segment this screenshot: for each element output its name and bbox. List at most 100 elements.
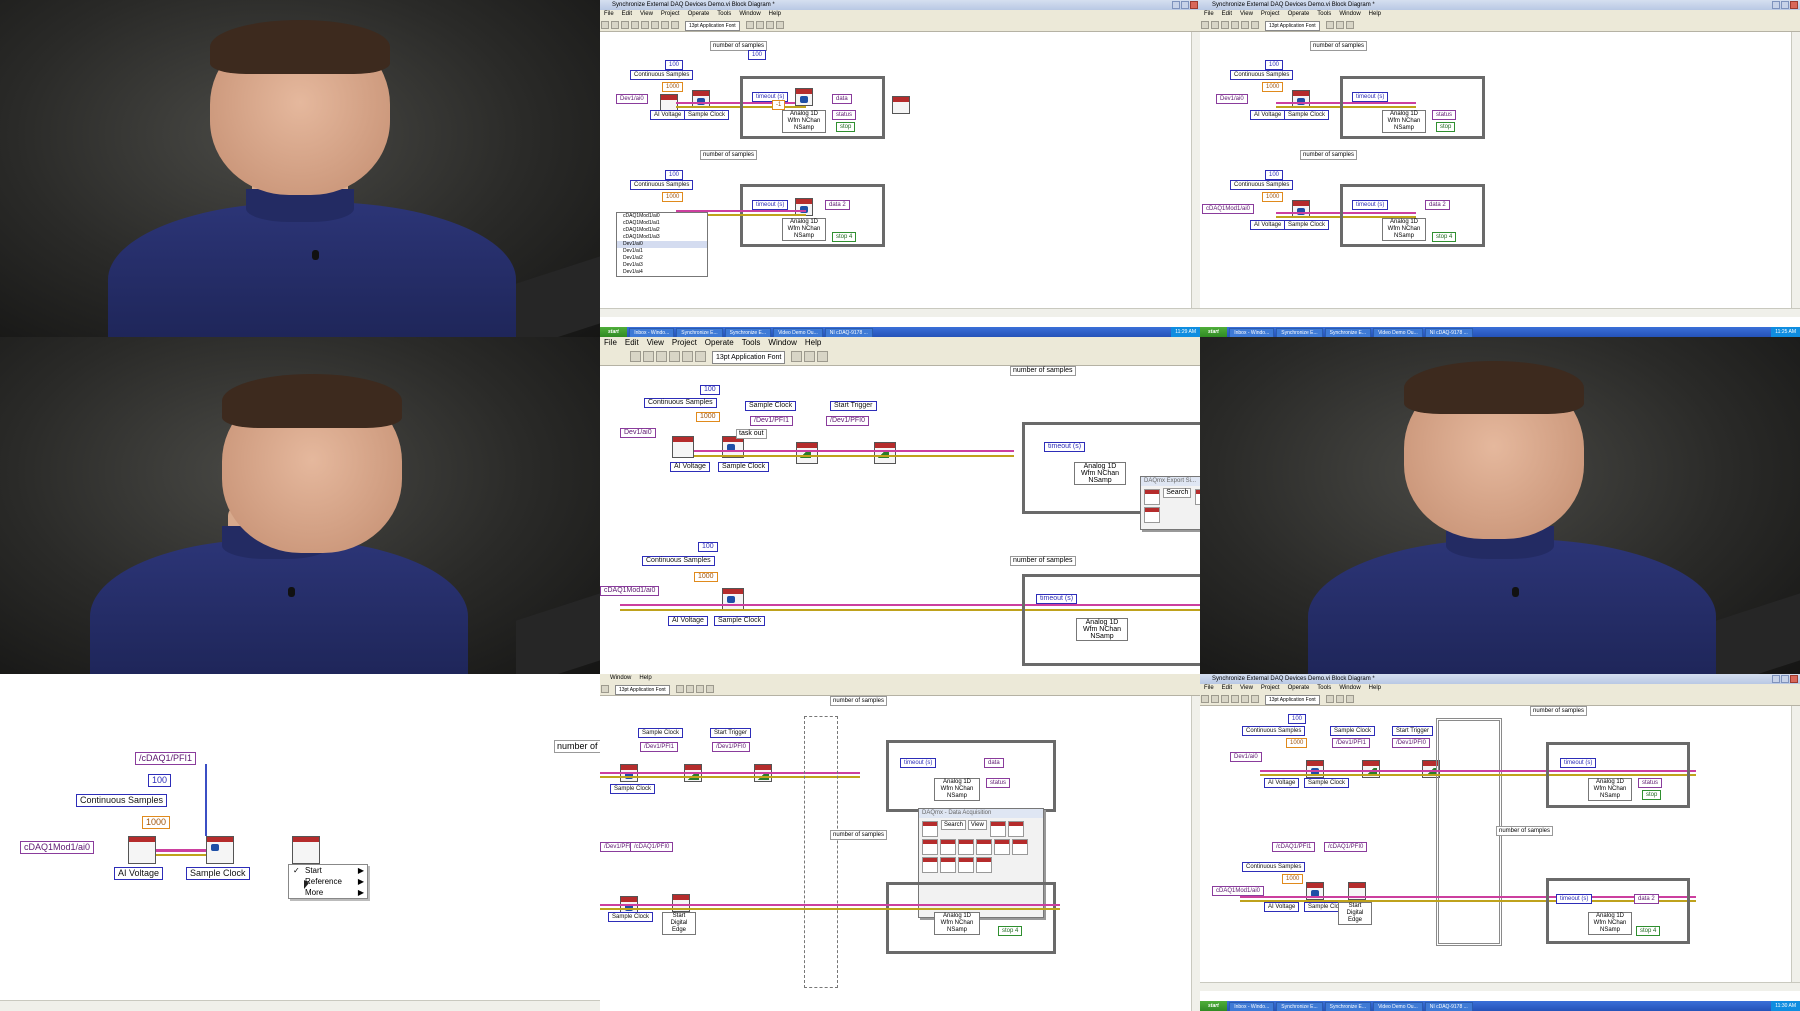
- channel-option[interactable]: cDAQ1Mod1/ai2: [617, 227, 707, 234]
- sample-clock-selector[interactable]: Sample Clock: [638, 728, 684, 738]
- menu-operate[interactable]: Operate: [1288, 11, 1310, 17]
- sample-mode-enum-2[interactable]: Continuous Samples: [642, 556, 715, 566]
- stop-indicator[interactable]: stop: [1436, 122, 1456, 132]
- palette-search-button[interactable]: Search: [1163, 488, 1192, 498]
- read-node-selector-2[interactable]: Analog 1D Wfm NChan NSamp: [934, 912, 980, 935]
- export-signal-vi-icon-2[interactable]: [874, 442, 896, 464]
- ai-voltage-selector-2[interactable]: AI Voltage: [1264, 902, 1300, 912]
- clear-task-vi-icon[interactable]: [892, 96, 910, 114]
- menu-project[interactable]: Project: [1261, 11, 1280, 17]
- vertical-scrollbar[interactable]: [1191, 696, 1200, 1011]
- menu-project[interactable]: Project: [661, 11, 680, 17]
- align-icon[interactable]: [745, 21, 754, 29]
- minimize-button[interactable]: [1772, 675, 1780, 683]
- menu-file[interactable]: File: [1204, 685, 1214, 691]
- reorder-icon[interactable]: [765, 21, 774, 29]
- menu-window[interactable]: Window: [739, 11, 760, 17]
- run-continuously-icon[interactable]: [1211, 695, 1219, 703]
- run-arrow-icon[interactable]: [630, 351, 641, 362]
- sample-clock-selector-2[interactable]: Sample Clock: [610, 784, 656, 794]
- run-arrow-icon[interactable]: [601, 21, 609, 29]
- ai-voltage-selector[interactable]: AI Voltage: [114, 867, 164, 880]
- channel-option-selected[interactable]: Dev1/ai0: [617, 241, 707, 248]
- channel-constant[interactable]: cDAQ1Mod1/ai0: [20, 841, 95, 854]
- taskbar-item[interactable]: Inbox - Windo...: [1229, 1002, 1275, 1011]
- flat-sequence-frame[interactable]: [1436, 718, 1502, 946]
- read-node-selector-2[interactable]: Analog 1D Wfm NChan NSamp: [1382, 218, 1426, 241]
- ai-voltage-selector[interactable]: AI Voltage: [1264, 778, 1300, 788]
- sample-mode-enum[interactable]: Continuous Samples: [630, 70, 694, 80]
- ai-voltage-selector[interactable]: AI Voltage: [1250, 110, 1286, 120]
- pause-icon[interactable]: [1231, 695, 1239, 703]
- channel-constant[interactable]: Dev1/ai0: [620, 428, 656, 438]
- channel-option[interactable]: cDAQ1Mod1/ai0: [617, 213, 707, 220]
- pfi-constant[interactable]: /Dev1/PFI1: [750, 416, 794, 426]
- align-icon[interactable]: [675, 685, 684, 693]
- wait-palette-icon[interactable]: [940, 839, 956, 855]
- read-vi-icon[interactable]: [795, 88, 813, 106]
- sample-mode-enum-2[interactable]: Continuous Samples: [630, 180, 694, 190]
- taskbar-item[interactable]: Inbox - Windo...: [1229, 328, 1275, 337]
- align-icon[interactable]: [1325, 21, 1334, 29]
- distribute-icon[interactable]: [1335, 695, 1344, 703]
- run-continuously-icon[interactable]: [1211, 21, 1219, 29]
- palette-view-button[interactable]: View: [967, 820, 987, 830]
- read-palette-icon[interactable]: [1007, 821, 1024, 837]
- menu-window[interactable]: Window: [768, 338, 796, 347]
- write-palette-icon[interactable]: [922, 839, 938, 855]
- align-icon[interactable]: [791, 351, 803, 362]
- taskbar-item[interactable]: Video Demo Ou...: [773, 328, 823, 337]
- menu-help[interactable]: Help: [1369, 685, 1381, 691]
- retain-wire-icon[interactable]: [601, 685, 609, 693]
- sample-clock-selector-2[interactable]: Sample Clock: [1284, 220, 1330, 230]
- menu-operate[interactable]: Operate: [688, 11, 710, 17]
- pfi-cdaq-constant[interactable]: /cDAQ1/PFI0: [630, 842, 674, 852]
- pfi-constant[interactable]: /cDAQ1/PFI1: [135, 752, 197, 765]
- menu-edit[interactable]: Edit: [622, 11, 632, 17]
- start-trigger-selector[interactable]: Start Trigger: [710, 728, 752, 738]
- menu-tools[interactable]: Tools: [717, 11, 731, 17]
- highlight-execution-icon[interactable]: [641, 21, 649, 29]
- start-button[interactable]: start: [1200, 327, 1227, 337]
- export-signal-vi-icon[interactable]: [796, 442, 818, 464]
- step-over-icon[interactable]: [671, 21, 679, 29]
- retain-wire-icon[interactable]: [1251, 695, 1259, 703]
- taskbar-item[interactable]: Video Demo Ou...: [1373, 328, 1423, 337]
- read-node-selector-2[interactable]: Analog 1D Wfm NChan NSamp: [782, 218, 826, 241]
- menu-operate[interactable]: Operate: [1288, 685, 1310, 691]
- menu-help[interactable]: Help: [1369, 11, 1381, 17]
- menu-file[interactable]: File: [1204, 11, 1214, 17]
- menu-help[interactable]: Help: [769, 11, 781, 17]
- timing-vi-icon[interactable]: [206, 836, 234, 864]
- close-button[interactable]: [1790, 675, 1798, 683]
- read-node-selector-2[interactable]: Analog 1D Wfm NChan NSamp: [1588, 912, 1632, 935]
- stop-indicator[interactable]: stop: [836, 122, 856, 132]
- taskbar-item[interactable]: NI cDAQ-9178 ...: [1424, 328, 1473, 337]
- sample-mode-enum[interactable]: Continuous Samples: [76, 794, 168, 807]
- channel-option[interactable]: cDAQ1Mod1/ai3: [617, 234, 707, 241]
- ai-voltage-selector-2[interactable]: AI Voltage: [1250, 220, 1286, 230]
- reorder-icon[interactable]: [817, 351, 829, 362]
- menu-view[interactable]: View: [1240, 685, 1253, 691]
- run-continuously-icon[interactable]: [643, 351, 654, 362]
- timing-vi-icon-2[interactable]: [722, 588, 744, 610]
- start-digital-edge-selector[interactable]: Start Digital Edge: [1338, 902, 1372, 925]
- channel-constant-2[interactable]: cDAQ1Mod1/ai0: [1202, 204, 1255, 214]
- align-icon[interactable]: [1325, 695, 1334, 703]
- taskbar-item[interactable]: Video Demo Ou...: [1373, 1002, 1423, 1011]
- font-select[interactable]: 13pt Application Font: [711, 351, 786, 364]
- block-diagram[interactable]: number of samples 100 100 Continuous Sam…: [600, 32, 1200, 317]
- pfi0-constant[interactable]: /Dev1/PFI0: [712, 742, 751, 752]
- clear-task-palette-icon[interactable]: [922, 857, 938, 873]
- daqmx-export-palette[interactable]: DAQmx Export Si... Search: [1140, 476, 1200, 530]
- menu-file[interactable]: File: [604, 338, 617, 347]
- sample-clock-selector[interactable]: Sample Clock: [1284, 110, 1330, 120]
- timing-palette-icon[interactable]: [958, 839, 974, 855]
- start-button[interactable]: start: [1200, 1001, 1227, 1011]
- channel-constant[interactable]: Dev1/ai0: [1216, 94, 1248, 104]
- taskbar-item[interactable]: NI cDAQ-9178 ...: [1424, 1002, 1473, 1011]
- maximize-button[interactable]: [1781, 1, 1789, 9]
- menu-item-start[interactable]: ✓ Start ▶: [289, 865, 367, 876]
- read-node-selector[interactable]: Analog 1D Wfm NChan NSamp: [1382, 110, 1426, 133]
- start-task-palette-icon[interactable]: [994, 839, 1010, 855]
